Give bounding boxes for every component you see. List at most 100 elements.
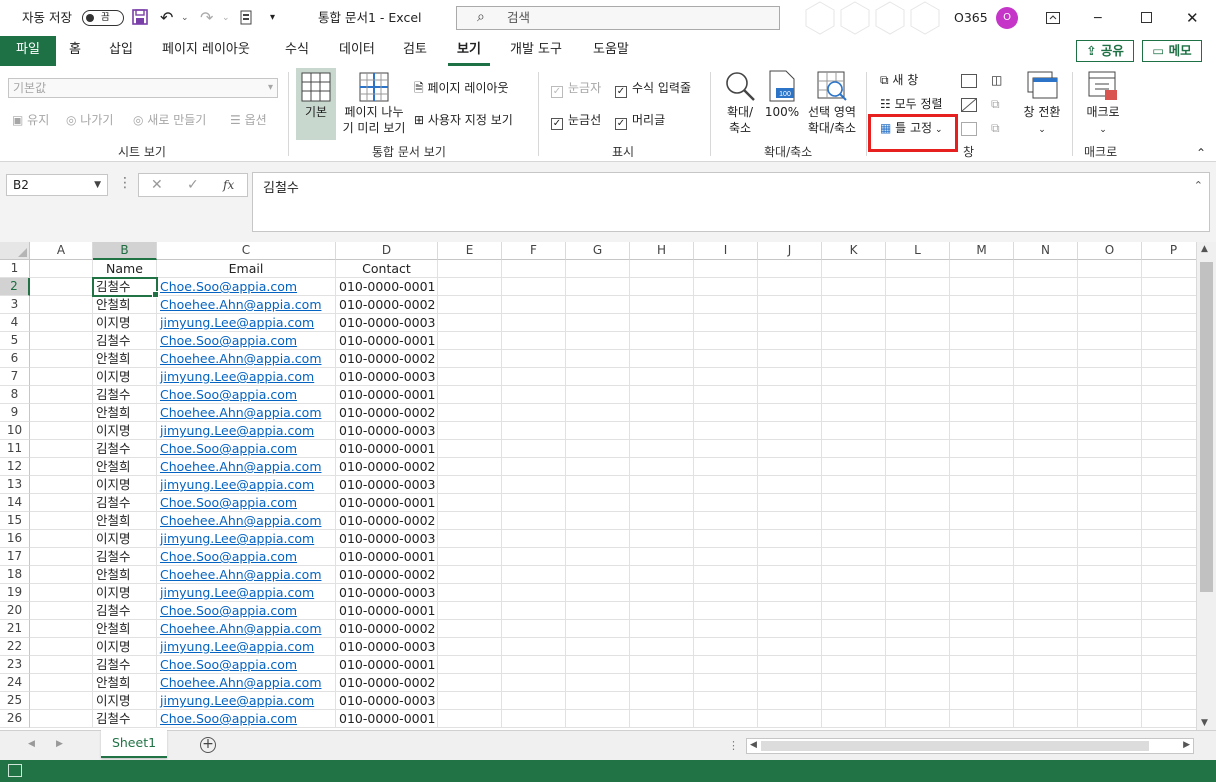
cell-a[interactable]	[30, 602, 93, 620]
cell-m[interactable]	[950, 494, 1014, 512]
cell-b[interactable]: Name	[93, 260, 157, 278]
cell-i[interactable]	[694, 386, 758, 404]
cell-o[interactable]	[1078, 278, 1142, 296]
cell-j[interactable]	[758, 314, 822, 332]
cell-c[interactable]: jimyung.Lee@appia.com	[157, 368, 336, 386]
cell-l[interactable]	[886, 458, 950, 476]
cell-m[interactable]	[950, 584, 1014, 602]
cell-e[interactable]	[438, 548, 502, 566]
cell-f[interactable]	[502, 530, 566, 548]
cell-i[interactable]	[694, 458, 758, 476]
cell-g[interactable]	[566, 296, 630, 314]
cell-n[interactable]	[1014, 458, 1078, 476]
cell-i[interactable]	[694, 512, 758, 530]
row-header[interactable]: 13	[0, 476, 30, 494]
tab-help[interactable]: 도움말	[584, 36, 638, 66]
cell-e[interactable]	[438, 440, 502, 458]
row-header[interactable]: 3	[0, 296, 30, 314]
cell-f[interactable]	[502, 278, 566, 296]
cell-e[interactable]	[438, 494, 502, 512]
view-options-button[interactable]: ☰ 옵션	[230, 112, 267, 128]
cell-b[interactable]: 김철수	[93, 656, 157, 674]
cell-g[interactable]	[566, 386, 630, 404]
cell-l[interactable]	[886, 422, 950, 440]
cell-g[interactable]	[566, 332, 630, 350]
ruler-checkbox[interactable]: ✓ 눈금자	[551, 80, 601, 98]
cell-l[interactable]	[886, 602, 950, 620]
cell-k[interactable]	[822, 458, 886, 476]
resize-handle-icon[interactable]: ⋮	[118, 176, 132, 190]
cell-e[interactable]	[438, 602, 502, 620]
gridlines-checkbox[interactable]: ✓ 눈금선	[551, 112, 601, 130]
cell-k[interactable]	[822, 674, 886, 692]
cell-e[interactable]	[438, 422, 502, 440]
cell-a[interactable]	[30, 512, 93, 530]
row-header[interactable]: 12	[0, 458, 30, 476]
insert-function-icon[interactable]: fx	[223, 174, 234, 196]
minimize-icon[interactable]: ─	[1094, 0, 1102, 36]
cell-j[interactable]	[758, 404, 822, 422]
maximize-icon[interactable]	[1141, 0, 1152, 36]
exit-button[interactable]: ◎ 나가기	[66, 112, 113, 128]
cell-a[interactable]	[30, 278, 93, 296]
column-header-b[interactable]: B	[93, 242, 157, 260]
cell-c[interactable]: Choe.Soo@appia.com	[157, 710, 336, 728]
sync-scroll-icon[interactable]: ⧉	[991, 96, 1000, 112]
cell-c[interactable]: jimyung.Lee@appia.com	[157, 314, 336, 332]
cell-j[interactable]	[758, 278, 822, 296]
prev-sheet-icon[interactable]: ◀	[28, 739, 35, 749]
cell-o[interactable]	[1078, 458, 1142, 476]
cancel-icon[interactable]: ✕	[151, 174, 163, 196]
cell-h[interactable]	[630, 476, 694, 494]
vertical-scrollbar[interactable]: ▲ ▼	[1196, 242, 1216, 730]
cell-g[interactable]	[566, 422, 630, 440]
cell-k[interactable]	[822, 638, 886, 656]
cell-c[interactable]: jimyung.Lee@appia.com	[157, 476, 336, 494]
cell-f[interactable]	[502, 584, 566, 602]
cell-g[interactable]	[566, 548, 630, 566]
row-header[interactable]: 15	[0, 512, 30, 530]
cell-k[interactable]	[822, 620, 886, 638]
cell-j[interactable]	[758, 566, 822, 584]
cell-h[interactable]	[630, 692, 694, 710]
scroll-down-icon[interactable]: ▼	[1201, 718, 1208, 728]
cell-m[interactable]	[950, 458, 1014, 476]
cell-n[interactable]	[1014, 602, 1078, 620]
cell-p[interactable]	[1142, 458, 1196, 476]
cell-g[interactable]	[566, 656, 630, 674]
cell-k[interactable]	[822, 692, 886, 710]
row-header[interactable]: 11	[0, 440, 30, 458]
cell-l[interactable]	[886, 278, 950, 296]
cell-l[interactable]	[886, 656, 950, 674]
cell-a[interactable]	[30, 494, 93, 512]
cell-p[interactable]	[1142, 548, 1196, 566]
cell-d[interactable]: 010-0000-0002	[336, 566, 438, 584]
split-icon[interactable]	[961, 74, 977, 88]
cell-n[interactable]	[1014, 278, 1078, 296]
cell-j[interactable]	[758, 260, 822, 278]
cell-g[interactable]	[566, 278, 630, 296]
tab-formulas[interactable]: 수식	[276, 36, 318, 66]
cell-a[interactable]	[30, 404, 93, 422]
cell-d[interactable]: 010-0000-0001	[336, 440, 438, 458]
cell-j[interactable]	[758, 530, 822, 548]
cell-f[interactable]	[502, 602, 566, 620]
cell-o[interactable]	[1078, 494, 1142, 512]
cell-p[interactable]	[1142, 350, 1196, 368]
cell-o[interactable]	[1078, 476, 1142, 494]
cell-b[interactable]: 김철수	[93, 548, 157, 566]
cell-b[interactable]: 이지명	[93, 314, 157, 332]
cell-o[interactable]	[1078, 638, 1142, 656]
column-header-f[interactable]: F	[502, 242, 566, 260]
cell-n[interactable]	[1014, 314, 1078, 332]
tab-split-handle-icon[interactable]: ⋮	[728, 739, 739, 752]
cell-d[interactable]: 010-0000-0002	[336, 404, 438, 422]
cell-d[interactable]: 010-0000-0003	[336, 638, 438, 656]
cell-e[interactable]	[438, 512, 502, 530]
customize-toolbar-icon[interactable]: ▾	[270, 0, 275, 36]
cell-b[interactable]: 김철수	[93, 440, 157, 458]
cell-e[interactable]	[438, 692, 502, 710]
page-break-preview-button[interactable]: 페이지 나누 기 미리 보기	[338, 68, 410, 136]
cell-a[interactable]	[30, 422, 93, 440]
cell-m[interactable]	[950, 386, 1014, 404]
